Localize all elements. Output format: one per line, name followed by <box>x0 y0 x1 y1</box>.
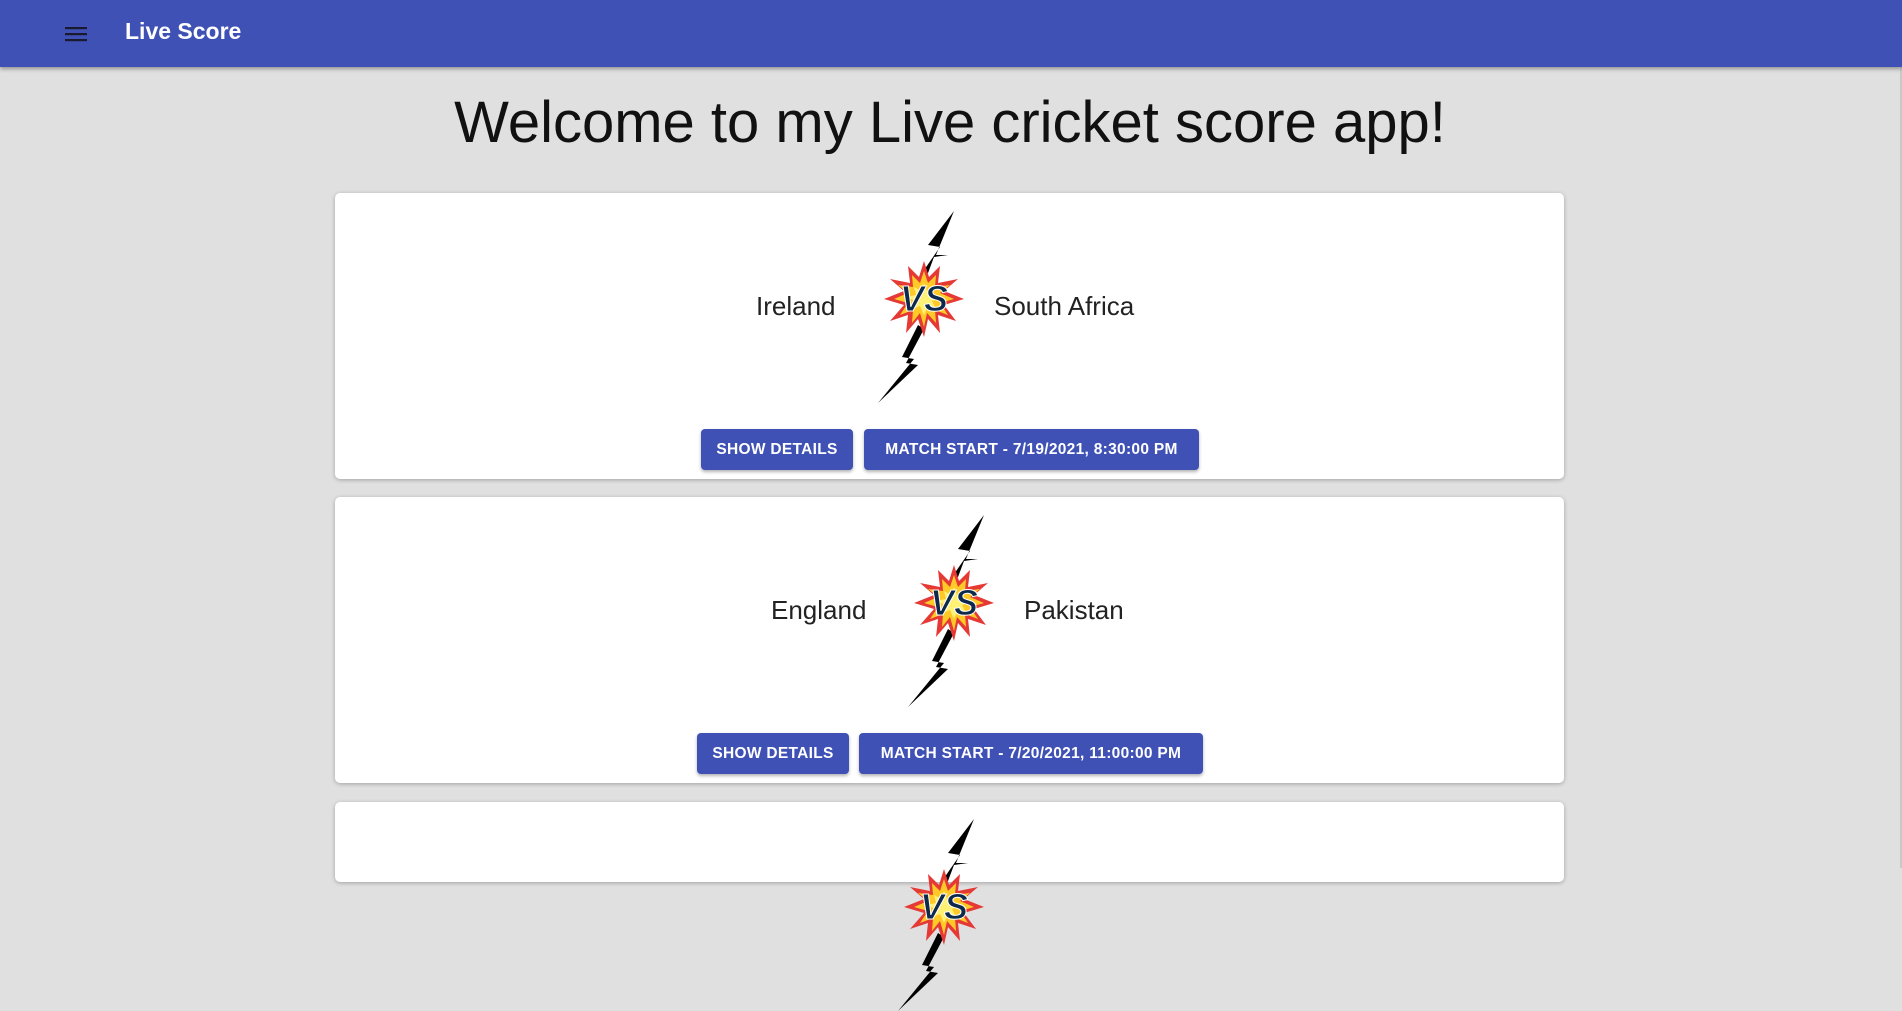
match-start-button[interactable]: MATCH START - 7/20/2021, 11:00:00 PM <box>859 733 1203 774</box>
menu-icon[interactable] <box>56 14 96 54</box>
match-card: Ireland South Africa SHOW DETAILS MATCH … <box>335 193 1564 479</box>
match-card <box>335 802 1564 1011</box>
versus-icon <box>907 515 995 707</box>
team2-name: South Africa <box>994 291 1135 321</box>
team1-name: Ireland <box>756 291 836 321</box>
versus-icon <box>877 211 965 403</box>
versus-icon <box>897 819 985 1011</box>
show-details-button[interactable]: SHOW DETAILS <box>697 733 849 774</box>
show-details-button[interactable]: SHOW DETAILS <box>701 429 853 470</box>
match-card: England Pakistan SHOW DETAILS MATCH STAR… <box>335 497 1564 783</box>
team1-name: England <box>771 595 867 625</box>
team2-name: Pakistan <box>1024 595 1124 625</box>
app-toolbar: Live Score <box>0 0 1902 67</box>
app-title: Live Score <box>125 18 242 44</box>
match-start-button[interactable]: MATCH START - 7/19/2021, 8:30:00 PM <box>864 429 1199 470</box>
page-heading: Welcome to my Live cricket score app! <box>454 90 1446 155</box>
